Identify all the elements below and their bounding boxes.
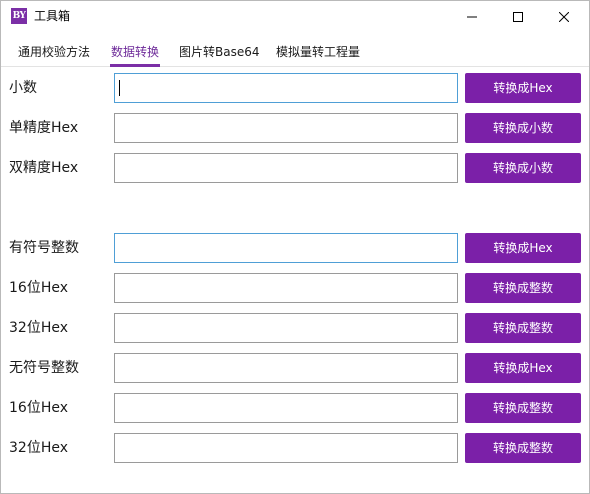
close-button[interactable]: [541, 1, 587, 32]
double-hex-to-decimal-button[interactable]: 转换成小数: [465, 153, 581, 183]
unsigned-16bit-hex-label: 16位Hex: [9, 400, 68, 416]
single-precision-hex-input[interactable]: [114, 113, 458, 143]
single-precision-hex-label: 单精度Hex: [9, 120, 79, 136]
unsigned-32bit-hex-input[interactable]: [114, 433, 458, 463]
minimize-icon: [467, 16, 477, 17]
signed-16bit-hex-input[interactable]: [114, 273, 458, 303]
signed-16bit-hex-label: 16位Hex: [9, 280, 68, 296]
single-hex-to-decimal-button[interactable]: 转换成小数: [465, 113, 581, 143]
app-logo: BY: [11, 8, 27, 24]
unsigned-32bit-hex-to-integer-button[interactable]: 转换成整数: [465, 433, 581, 463]
maximize-button[interactable]: [495, 1, 541, 32]
maximize-icon: [513, 11, 523, 22]
decimal-input[interactable]: [114, 73, 458, 103]
signed-16bit-hex-to-integer-button[interactable]: 转换成整数: [465, 273, 581, 303]
window-title: 工具箱: [34, 9, 71, 23]
double-precision-hex-input[interactable]: [114, 153, 458, 183]
tab-bar: 通用校验方法 数据转换 图片转Base64 模拟量转工程量: [1, 39, 589, 67]
decimal-to-hex-button[interactable]: 转换成Hex: [465, 73, 581, 103]
unsigned-16bit-hex-to-integer-button[interactable]: 转换成整数: [465, 393, 581, 423]
unsigned-16bit-hex-input[interactable]: [114, 393, 458, 423]
tab-data-conversion[interactable]: 数据转换: [109, 39, 161, 67]
double-precision-hex-label: 双精度Hex: [9, 160, 79, 176]
signed-integer-to-hex-button[interactable]: 转换成Hex: [465, 233, 581, 263]
minimize-button[interactable]: [449, 1, 495, 32]
tab-image-to-base64[interactable]: 图片转Base64: [179, 39, 260, 66]
title-bar[interactable]: BY 工具箱: [1, 1, 589, 32]
unsigned-integer-input[interactable]: [114, 353, 458, 383]
signed-32bit-hex-label: 32位Hex: [9, 320, 68, 336]
unsigned-32bit-hex-label: 32位Hex: [9, 440, 68, 456]
unsigned-integer-label: 无符号整数: [9, 360, 79, 376]
close-icon: [559, 11, 569, 22]
signed-integer-label: 有符号整数: [9, 240, 79, 256]
text-caret: [119, 80, 120, 96]
decimal-label: 小数: [9, 80, 37, 96]
app-window: BY 工具箱 通用校验方法 数据转换 图片转Base64 模拟量转工程量 小数 …: [0, 0, 590, 494]
tab-general-validation[interactable]: 通用校验方法: [18, 39, 90, 66]
signed-32bit-hex-to-integer-button[interactable]: 转换成整数: [465, 313, 581, 343]
tab-analog-to-engineering[interactable]: 模拟量转工程量: [276, 39, 360, 66]
unsigned-integer-to-hex-button[interactable]: 转换成Hex: [465, 353, 581, 383]
signed-integer-input[interactable]: [114, 233, 458, 263]
signed-32bit-hex-input[interactable]: [114, 313, 458, 343]
